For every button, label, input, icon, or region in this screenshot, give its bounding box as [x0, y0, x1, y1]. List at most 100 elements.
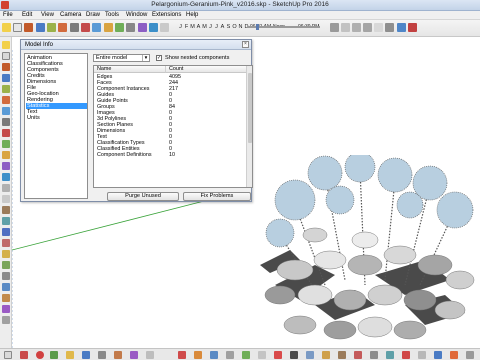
credits-icon[interactable]	[20, 351, 28, 359]
offset-icon[interactable]	[2, 184, 10, 192]
rotate-tool-icon[interactable]	[92, 23, 101, 32]
table-scrollbar[interactable]	[246, 66, 252, 187]
menu-help[interactable]: Help	[186, 12, 198, 18]
month-label[interactable]: F	[184, 24, 189, 30]
tray-tool-icon[interactable]	[226, 351, 234, 359]
orbit-tool-icon[interactable]	[138, 23, 147, 32]
tray-tool-icon[interactable]	[370, 351, 378, 359]
menu-window[interactable]: Window	[126, 12, 147, 18]
menu-file[interactable]: File	[3, 12, 13, 18]
tray-tool-icon[interactable]	[146, 351, 154, 359]
tray-tool-icon[interactable]	[130, 351, 138, 359]
month-label[interactable]: N	[238, 24, 243, 30]
month-label[interactable]: M	[202, 24, 207, 30]
tape-measure-icon[interactable]	[126, 23, 135, 32]
tray-tool-icon[interactable]	[306, 351, 314, 359]
camera-front-icon[interactable]	[352, 23, 361, 32]
show-nested-checkbox[interactable]: ✓	[156, 55, 162, 61]
paint-icon[interactable]	[2, 63, 10, 71]
push-pull-icon[interactable]	[70, 23, 79, 32]
column-header-count[interactable]: Count	[166, 66, 248, 73]
rectangle-tool-icon[interactable]	[58, 23, 67, 32]
camera-left-icon[interactable]	[385, 23, 394, 32]
menu-draw[interactable]: Draw	[86, 12, 100, 18]
camera-right-icon[interactable]	[363, 23, 372, 32]
rotate-icon[interactable]	[2, 151, 10, 159]
rectangle-icon[interactable]	[2, 96, 10, 104]
tray-tool-icon[interactable]	[402, 351, 410, 359]
camera-back-icon[interactable]	[374, 23, 383, 32]
tray-tool-icon[interactable]	[258, 351, 266, 359]
scrollbar-thumb[interactable]	[248, 73, 252, 143]
tray-tool-icon[interactable]	[418, 351, 426, 359]
menu-tools[interactable]: Tools	[105, 12, 119, 18]
line-tool-icon[interactable]	[36, 23, 45, 32]
tray-tool-icon[interactable]	[338, 351, 346, 359]
month-label[interactable]: A	[220, 24, 225, 30]
tray-tool-icon[interactable]	[274, 351, 282, 359]
month-label[interactable]: J	[178, 24, 183, 30]
scope-dropdown[interactable]: Entire model ▼	[93, 54, 150, 62]
month-label[interactable]: J	[208, 24, 213, 30]
dimension-icon[interactable]	[2, 206, 10, 214]
circle-icon[interactable]	[2, 107, 10, 115]
polygon-icon[interactable]	[2, 118, 10, 126]
month-label[interactable]: A	[196, 24, 201, 30]
component-icon[interactable]	[2, 52, 10, 60]
month-label[interactable]: S	[226, 24, 231, 30]
menu-extensions[interactable]: Extensions	[152, 12, 181, 18]
walk-icon[interactable]	[2, 294, 10, 302]
tray-tool-icon[interactable]	[194, 351, 202, 359]
follow-me-icon[interactable]	[2, 162, 10, 170]
text-icon[interactable]	[2, 228, 10, 236]
move-icon[interactable]	[2, 129, 10, 137]
line-icon[interactable]	[2, 74, 10, 82]
zoom-extents-icon[interactable]	[2, 283, 10, 291]
select-tool-icon[interactable]	[2, 23, 11, 32]
axes-icon[interactable]	[2, 239, 10, 247]
push-pull-left-icon[interactable]	[2, 140, 10, 148]
freehand-icon[interactable]	[2, 85, 10, 93]
category-units[interactable]: Units	[26, 115, 87, 121]
time-slider-handle[interactable]	[256, 24, 259, 30]
tray-tool-icon[interactable]	[178, 351, 186, 359]
geo-location-icon[interactable]	[4, 351, 12, 359]
geranium-model[interactable]	[255, 155, 480, 345]
select-icon[interactable]	[2, 41, 10, 49]
tray-tool-icon[interactable]	[210, 351, 218, 359]
time-slider[interactable]	[248, 24, 320, 30]
menu-camera[interactable]: Camera	[60, 12, 81, 18]
month-label[interactable]: M	[190, 24, 195, 30]
close-icon[interactable]: ×	[242, 41, 249, 48]
move-tool-icon[interactable]	[81, 23, 90, 32]
tray-tool-icon[interactable]	[98, 351, 106, 359]
pan-icon[interactable]	[2, 261, 10, 269]
tray-tool-icon[interactable]	[322, 351, 330, 359]
arc-tool-icon[interactable]	[47, 23, 56, 32]
tape-icon[interactable]	[2, 195, 10, 203]
column-header-name[interactable]: Name	[94, 66, 166, 73]
protractor-icon[interactable]	[2, 217, 10, 225]
tray-tool-icon[interactable]	[114, 351, 122, 359]
pan-tool-icon[interactable]	[149, 23, 158, 32]
scale-tool-icon[interactable]	[104, 23, 113, 32]
tray-tool-icon[interactable]	[466, 351, 474, 359]
zoom-tool-icon[interactable]	[160, 23, 169, 32]
dialog-title-bar[interactable]: Model Info ×	[21, 40, 251, 50]
orbit-icon[interactable]	[2, 250, 10, 258]
menu-edit[interactable]: Edit	[22, 12, 32, 18]
tray-tool-icon[interactable]	[450, 351, 458, 359]
menu-view[interactable]: View	[41, 12, 54, 18]
purge-unused-button[interactable]: Purge Unused	[107, 192, 179, 201]
tray-tool-icon[interactable]	[386, 351, 394, 359]
fix-problems-button[interactable]: Fix Problems	[183, 192, 251, 201]
extension-warehouse-icon[interactable]	[408, 23, 417, 32]
instructor-icon[interactable]	[36, 351, 44, 359]
scale-icon[interactable]	[2, 173, 10, 181]
camera-top-icon[interactable]	[341, 23, 350, 32]
warehouse-icon[interactable]	[397, 23, 406, 32]
zoom-icon[interactable]	[2, 272, 10, 280]
tray-tool-icon[interactable]	[354, 351, 362, 359]
tray-tool-icon[interactable]	[290, 351, 298, 359]
tray-tool-icon[interactable]	[434, 351, 442, 359]
